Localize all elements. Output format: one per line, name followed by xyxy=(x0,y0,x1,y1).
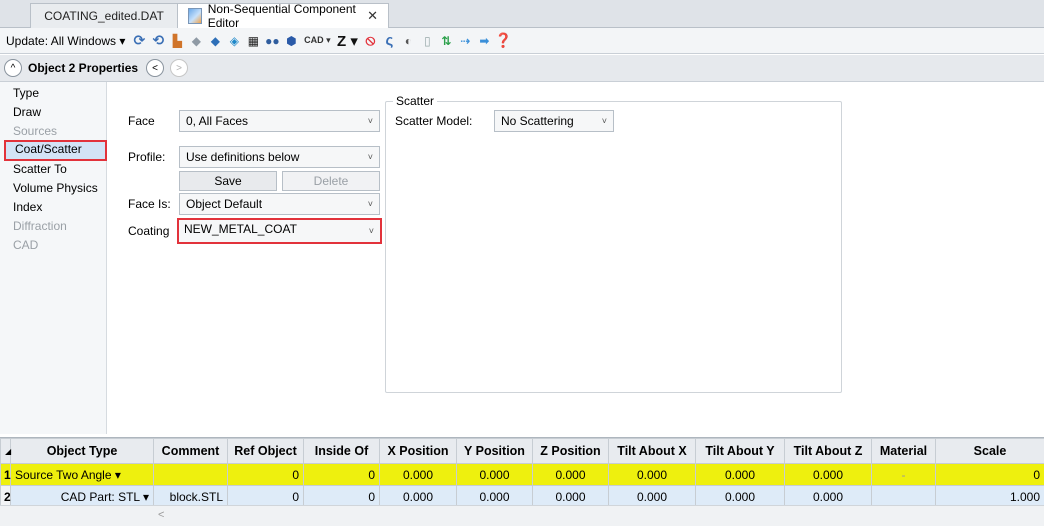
tab-nsc-editor[interactable]: Non-Sequential Component Editor ✕ xyxy=(177,2,389,30)
profile-value: Use definitions below xyxy=(186,150,300,164)
x-position-cell[interactable]: 0.000 xyxy=(379,463,457,486)
tilt-x-cell[interactable]: 0.000 xyxy=(608,463,696,486)
property-nav: Type Draw Sources Coat/Scatter Scatter T… xyxy=(0,82,107,434)
column-header[interactable]: Comment xyxy=(153,438,228,464)
scale-cell[interactable]: 0 xyxy=(935,463,1044,486)
scatter-model-label: Scatter Model: xyxy=(395,114,473,128)
collapse-button[interactable]: ^ xyxy=(4,59,22,77)
tilt-z-cell[interactable]: 0.000 xyxy=(784,463,872,486)
column-header[interactable]: X Position xyxy=(379,438,457,464)
column-header[interactable]: Y Position xyxy=(456,438,533,464)
cad-dropdown[interactable]: CAD ▾ xyxy=(302,33,332,49)
next-object-button[interactable]: > xyxy=(170,59,189,77)
save-button[interactable]: Save xyxy=(179,171,277,191)
column-header[interactable]: Tilt About Z xyxy=(784,438,872,464)
object-table: ◢ Object Type Comment Ref Object Inside … xyxy=(0,438,1044,508)
profile-label: Profile: xyxy=(128,150,166,164)
layout-icon[interactable]: ▙ xyxy=(169,33,185,49)
nav-item-volume-physics[interactable]: Volume Physics xyxy=(13,179,98,197)
coating-value: NEW_METAL_COAT xyxy=(184,222,297,236)
tab-coating-edited[interactable]: COATING_edited.DAT xyxy=(30,3,178,28)
nav-item-type[interactable]: Type xyxy=(13,84,39,102)
tilt-y-cell[interactable]: 0.000 xyxy=(695,463,785,486)
face-value: 0, All Faces xyxy=(186,114,249,128)
z-dropdown[interactable]: Z ▾ xyxy=(335,33,359,50)
face-dropdown[interactable]: 0, All Faces ˅ xyxy=(179,110,380,132)
nav-item-scatter-to[interactable]: Scatter To xyxy=(13,160,67,178)
stop-icon[interactable]: ⦸ xyxy=(362,32,378,49)
render-icon[interactable]: ◈ xyxy=(226,33,242,49)
chevron-down-icon: ˅ xyxy=(367,199,373,209)
face-is-value: Object Default xyxy=(186,197,263,211)
table-row[interactable]: 1 Source Two Angle ▾ 0 0 0.000 0.000 0.0… xyxy=(0,463,1044,486)
horizontal-scrollbar[interactable]: < xyxy=(0,505,1044,526)
nav-item-cad[interactable]: CAD xyxy=(13,236,38,254)
scroll-left-icon[interactable]: < xyxy=(158,509,164,521)
face-label: Face xyxy=(128,114,155,128)
editor-icon xyxy=(188,8,202,24)
nav-item-draw[interactable]: Draw xyxy=(13,103,41,121)
matrix-icon[interactable]: ▦ xyxy=(245,33,261,49)
profile-dropdown[interactable]: Use definitions below ˅ xyxy=(179,146,380,168)
object-title: Object 2 Properties xyxy=(28,61,139,75)
toggle-icon[interactable]: ◐ xyxy=(400,33,416,49)
object-bar: ^ Object 2 Properties < > xyxy=(0,55,1044,82)
object-type-cell[interactable]: Source Two Angle ▾ xyxy=(10,463,154,486)
inside-of-cell[interactable]: 0 xyxy=(303,463,380,486)
z-position-cell[interactable]: 0.000 xyxy=(532,463,609,486)
column-header[interactable]: Ref Object xyxy=(227,438,304,464)
chevron-down-icon: ˅ xyxy=(367,116,373,126)
face-is-label: Face Is: xyxy=(128,197,171,211)
shaded-model-icon[interactable]: ◆ xyxy=(188,33,204,49)
scatter-model-value: No Scattering xyxy=(501,114,574,128)
column-header[interactable]: Object Type xyxy=(10,438,154,464)
dashed-arrow-icon[interactable]: ⇢ xyxy=(457,33,473,49)
table-header: ◢ Object Type Comment Ref Object Inside … xyxy=(0,438,1044,464)
row-number[interactable]: 1 xyxy=(0,463,11,486)
chevron-down-icon: ˅ xyxy=(601,116,607,126)
scatter-group-title: Scatter xyxy=(393,94,438,108)
arrow-right-icon[interactable]: ➡ xyxy=(476,33,492,49)
ref-object-cell[interactable]: 0 xyxy=(227,463,304,486)
comment-cell[interactable] xyxy=(153,463,228,486)
corner-cell: ◢ xyxy=(0,438,11,464)
solid-model-icon[interactable]: ◆ xyxy=(207,33,223,49)
document-icon[interactable]: ▯ xyxy=(419,33,435,49)
y-position-cell[interactable]: 0.000 xyxy=(456,463,533,486)
help-icon[interactable]: ❓ xyxy=(495,32,512,49)
tab-label: Non-Sequential Component Editor xyxy=(207,2,356,30)
delete-button[interactable]: Delete xyxy=(282,171,380,191)
tab-label: COATING_edited.DAT xyxy=(44,9,164,23)
coating-dropdown[interactable]: NEW_METAL_COAT ˅ xyxy=(177,218,382,244)
column-header[interactable]: Tilt About X xyxy=(608,438,696,464)
tab-bar: COATING_edited.DAT Non-Sequential Compon… xyxy=(0,0,1044,30)
column-header[interactable]: Z Position xyxy=(532,438,609,464)
coating-label: Coating xyxy=(128,224,170,238)
face-is-dropdown[interactable]: Object Default ˅ xyxy=(179,193,380,215)
chevron-down-icon: ˅ xyxy=(367,152,373,162)
nav-item-diffraction[interactable]: Diffraction xyxy=(13,217,67,235)
hex-icon[interactable]: ⬢ xyxy=(283,33,299,49)
toolbar: Update: All Windows ▾ ⟳ ⟲ ▙ ◆ ◆ ◈ ▦ ●● ⬢… xyxy=(0,28,1044,54)
nav-item-index[interactable]: Index xyxy=(13,198,42,216)
prev-object-button[interactable]: < xyxy=(146,59,165,77)
column-header[interactable]: Tilt About Y xyxy=(695,438,785,464)
material-cell[interactable]: - xyxy=(871,463,936,486)
refresh-icon[interactable]: ⟳ xyxy=(131,32,147,49)
close-icon[interactable]: ✕ xyxy=(367,8,378,24)
ray-icon[interactable]: ς xyxy=(381,32,397,49)
nav-item-coat-scatter[interactable]: Coat/Scatter xyxy=(4,140,107,161)
column-header[interactable]: Inside Of xyxy=(303,438,380,464)
refresh-all-icon[interactable]: ⟲ xyxy=(150,32,166,49)
scatter-group xyxy=(385,101,842,393)
chevron-down-icon: ˅ xyxy=(368,226,374,236)
update-dropdown[interactable]: Update: All Windows ▾ xyxy=(6,34,125,48)
column-header[interactable]: Material xyxy=(871,438,936,464)
scatter-model-dropdown[interactable]: No Scattering ˅ xyxy=(494,110,614,132)
arrows-updown-icon[interactable]: ⇅ xyxy=(438,33,454,49)
dots-icon[interactable]: ●● xyxy=(264,33,280,49)
nav-item-sources[interactable]: Sources xyxy=(13,122,57,140)
column-header[interactable]: Scale xyxy=(935,438,1044,464)
